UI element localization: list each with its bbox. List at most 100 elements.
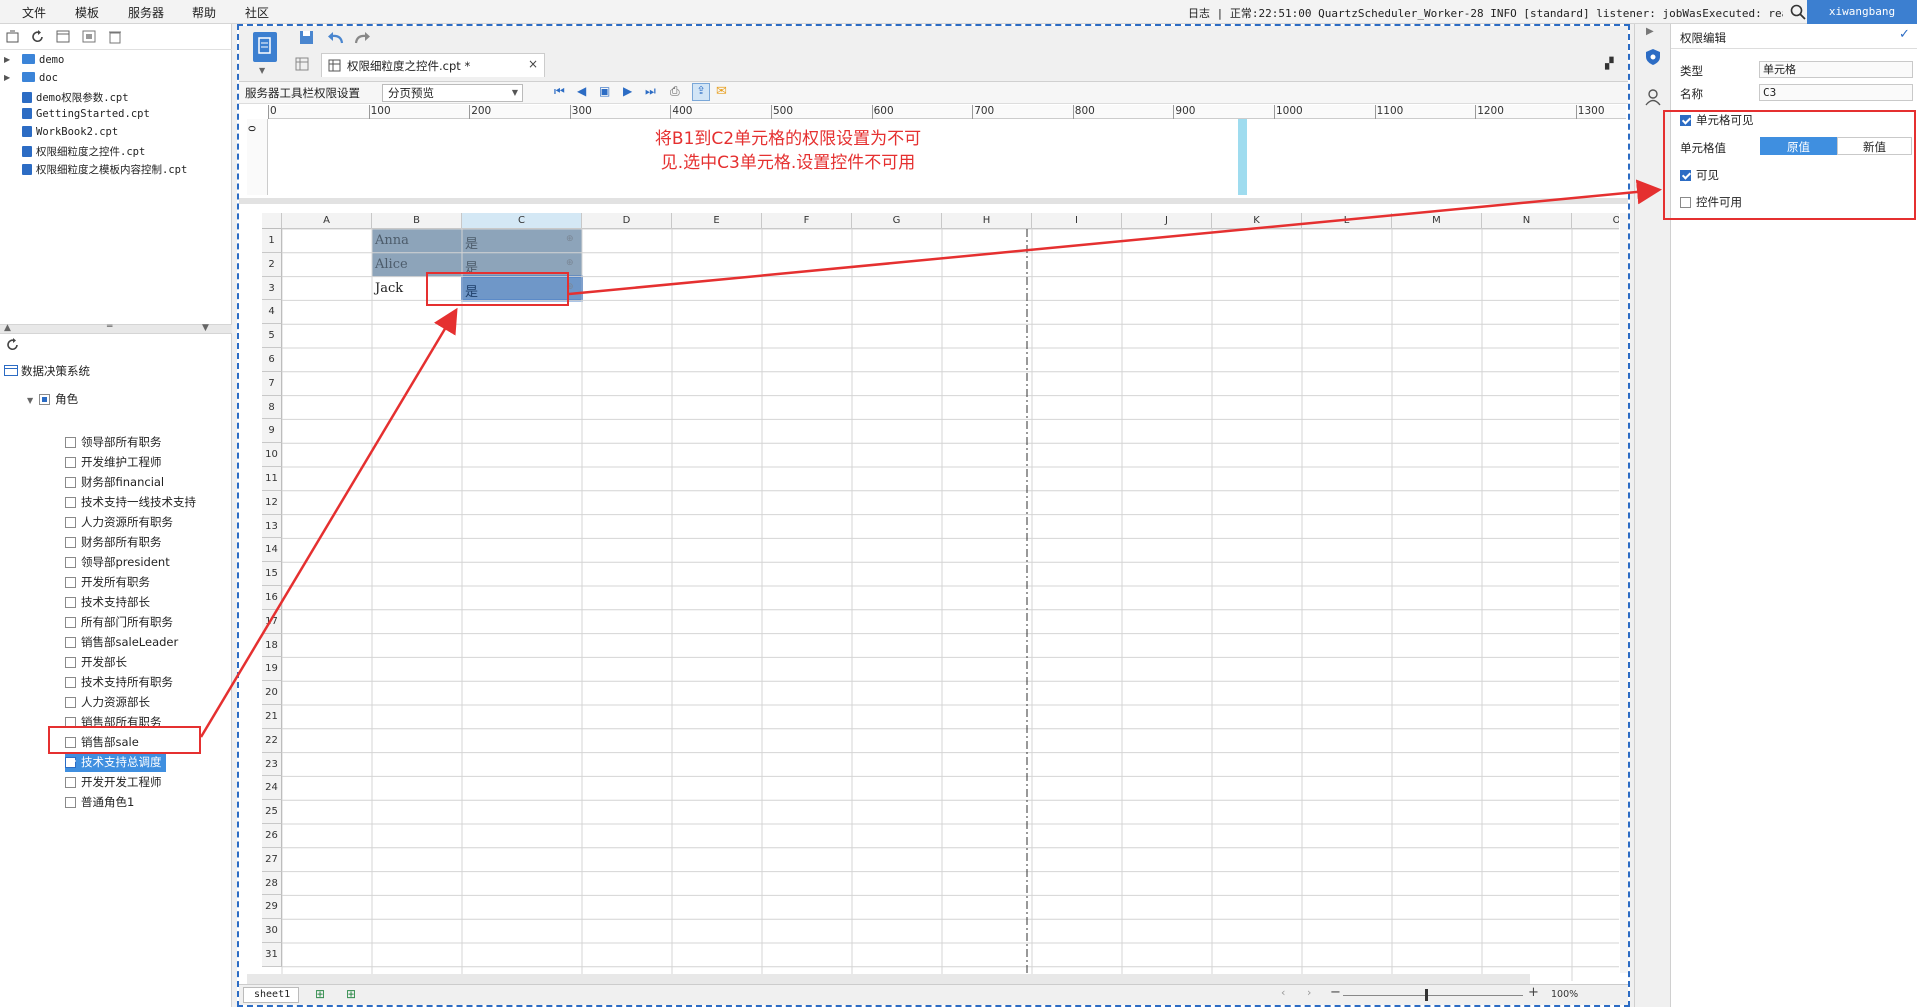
confirm-check-icon[interactable]: ✓ bbox=[1899, 27, 1910, 42]
row-header[interactable]: 6 bbox=[262, 348, 282, 372]
preview-mode-select[interactable]: 分页预览 ▼ bbox=[382, 84, 523, 102]
close-icon[interactable]: × bbox=[528, 57, 538, 71]
redo-icon[interactable] bbox=[353, 30, 371, 46]
role-checkbox[interactable] bbox=[65, 597, 76, 608]
row-header[interactable]: 11 bbox=[262, 467, 282, 491]
new-folder-icon[interactable] bbox=[6, 30, 20, 44]
tab-report[interactable]: 权限细粒度之控件.cpt * × bbox=[321, 53, 545, 77]
role-checkbox[interactable] bbox=[65, 677, 76, 688]
row-header[interactable]: 29 bbox=[262, 895, 282, 920]
role-item[interactable]: 技术支持所有职务 bbox=[65, 674, 173, 692]
cell-b1[interactable]: Anna bbox=[375, 233, 409, 248]
role-checkbox[interactable] bbox=[65, 457, 76, 468]
role-checkbox[interactable] bbox=[65, 517, 76, 528]
email-icon[interactable]: ✉ bbox=[716, 84, 727, 99]
system-node[interactable]: 数据决策系统 bbox=[4, 363, 90, 379]
user-icon[interactable] bbox=[1644, 88, 1662, 106]
role-item[interactable]: 所有部门所有职务 bbox=[65, 614, 173, 632]
row-header[interactable]: 10 bbox=[262, 443, 282, 467]
collapse-arrow-icon[interactable]: ▶ bbox=[1646, 26, 1654, 37]
role-item[interactable]: 领导部所有职务 bbox=[65, 434, 162, 452]
row-header[interactable]: 22 bbox=[262, 728, 282, 753]
row-header[interactable]: 30 bbox=[262, 919, 282, 943]
row-header[interactable]: 27 bbox=[262, 847, 282, 872]
role-checkbox[interactable] bbox=[65, 637, 76, 648]
undo-icon[interactable] bbox=[327, 30, 345, 46]
menu-community[interactable]: 社区 bbox=[245, 4, 269, 21]
role-item[interactable]: 人力资源部长 bbox=[65, 694, 150, 712]
row-header[interactable]: 14 bbox=[262, 538, 282, 563]
page-number-icon[interactable]: ▣ bbox=[599, 84, 610, 98]
role-item[interactable]: 开发部长 bbox=[65, 654, 127, 672]
role-item[interactable]: 开发所有职务 bbox=[65, 574, 150, 592]
role-checkbox[interactable] bbox=[65, 697, 76, 708]
role-item[interactable]: 技术支持一线技术支持 bbox=[65, 494, 196, 512]
refresh-icon[interactable] bbox=[6, 338, 20, 352]
row-header[interactable]: 16 bbox=[262, 586, 282, 610]
open-icon[interactable] bbox=[56, 30, 70, 44]
search-icon[interactable] bbox=[1790, 4, 1806, 20]
role-item[interactable]: 开发维护工程师 bbox=[65, 454, 162, 472]
role-root-node[interactable]: ▼ 角色 bbox=[27, 391, 78, 407]
expand-arrow-icon[interactable]: ▶ bbox=[4, 55, 10, 64]
delete-icon[interactable] bbox=[108, 30, 122, 44]
row-header[interactable]: 23 bbox=[262, 752, 282, 777]
role-checkbox[interactable] bbox=[65, 757, 76, 768]
collapse-down-icon[interactable]: ▼ bbox=[202, 323, 209, 333]
zoom-in-icon[interactable]: + bbox=[1528, 985, 1539, 1000]
role-checkbox[interactable] bbox=[65, 557, 76, 568]
add-poly-sheet-icon[interactable]: ⊞ bbox=[346, 987, 356, 1001]
cell-b3[interactable]: Jack bbox=[375, 281, 403, 296]
row-header[interactable]: 15 bbox=[262, 562, 282, 586]
role-checkbox[interactable] bbox=[65, 657, 76, 668]
spreadsheet-grid[interactable]: A B C D E F G H I J K L M N O 1 2 3 4 5 6 7 8 9 10 11 12 13 14 15 16 17… bbox=[262, 213, 1619, 981]
tree-item[interactable]: demo权限参数.cpt bbox=[22, 90, 129, 106]
sheet-tab[interactable]: sheet1 bbox=[243, 987, 299, 1003]
row-header[interactable]: 28 bbox=[262, 871, 282, 896]
role-item[interactable]: 领导部president bbox=[65, 554, 170, 572]
grid-icon[interactable] bbox=[295, 57, 309, 71]
tree-item[interactable]: 权限细粒度之模板内容控制.cpt bbox=[22, 162, 187, 178]
tree-item[interactable]: doc bbox=[22, 72, 58, 88]
role-checkbox[interactable] bbox=[65, 617, 76, 628]
permission-shield-icon[interactable] bbox=[1645, 48, 1661, 66]
role-checkbox[interactable] bbox=[65, 577, 76, 588]
row-header[interactable]: 8 bbox=[262, 395, 282, 420]
role-item[interactable]: 普通角色1 bbox=[65, 794, 134, 812]
row-header[interactable]: 25 bbox=[262, 800, 282, 824]
row-header[interactable]: 9 bbox=[262, 419, 282, 444]
row-header[interactable]: 12 bbox=[262, 490, 282, 515]
print-icon[interactable]: ⎙ bbox=[670, 84, 680, 99]
menu-file[interactable]: 文件 bbox=[22, 4, 46, 21]
horizontal-scrollbar[interactable] bbox=[247, 974, 1530, 984]
role-item[interactable]: 销售部saleLeader bbox=[65, 634, 178, 652]
row-header[interactable]: 20 bbox=[262, 681, 282, 705]
cell-c1[interactable]: 是 bbox=[465, 233, 478, 252]
add-sheet-icon[interactable]: ⊞ bbox=[315, 987, 325, 1001]
menu-help[interactable]: 帮助 bbox=[192, 4, 216, 21]
menu-template[interactable]: 模板 bbox=[75, 4, 99, 21]
prev-page-icon[interactable]: ◀ bbox=[577, 84, 586, 98]
export-icon[interactable]: ⇪ bbox=[692, 83, 710, 101]
row-header[interactable]: 21 bbox=[262, 705, 282, 729]
row-header[interactable]: 31 bbox=[262, 943, 282, 967]
panel-splitter[interactable]: ▲ ═ ▼ bbox=[0, 322, 232, 334]
scroll-left-icon[interactable]: ‹ bbox=[1281, 986, 1285, 999]
row-header[interactable]: 7 bbox=[262, 371, 282, 396]
expand-arrow-icon[interactable]: ▼ bbox=[27, 396, 33, 405]
row-header[interactable]: 4 bbox=[262, 300, 282, 325]
row-header[interactable]: 1 bbox=[262, 229, 282, 253]
role-item[interactable]: 技术支持部长 bbox=[65, 594, 150, 612]
cell-b2[interactable]: Alice bbox=[375, 257, 408, 272]
splitter-grip-icon[interactable]: ═ bbox=[107, 322, 112, 332]
user-account[interactable]: xiwangbang bbox=[1807, 0, 1917, 24]
role-checkbox[interactable] bbox=[65, 777, 76, 788]
row-header[interactable]: 18 bbox=[262, 633, 282, 658]
expand-arrow-icon[interactable]: ▶ bbox=[4, 73, 10, 82]
role-checkbox[interactable] bbox=[65, 537, 76, 548]
row-header[interactable]: 2 bbox=[262, 252, 282, 277]
menu-dropdown-icon[interactable]: ▞ bbox=[1605, 57, 1613, 70]
zoom-out-icon[interactable]: − bbox=[1330, 985, 1341, 1000]
tree-item[interactable]: demo bbox=[22, 54, 64, 70]
refresh-icon[interactable] bbox=[31, 30, 45, 44]
